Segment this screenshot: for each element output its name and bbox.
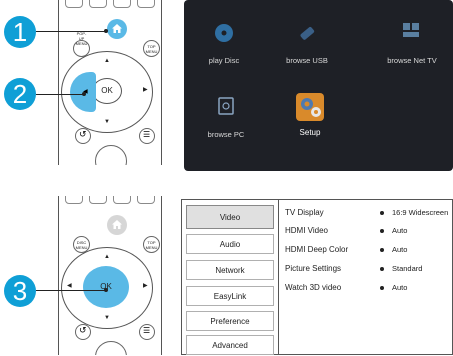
disc-menu-label: DISC MENU [75,240,88,250]
remote-bottom-button[interactable] [95,145,127,165]
home-item-browse-usb-label: browse USB [286,56,328,65]
pc-icon [218,97,234,115]
step-3-leader-dot [104,288,108,292]
home-item-browse-net-tv[interactable]: browse Net TV [374,18,450,65]
option-bullet [380,286,384,290]
back-icon: ↺ [79,129,87,139]
arrow-right-icon[interactable]: ▶ [143,283,148,289]
home-button[interactable] [107,215,127,235]
option-hdmi-deep-color[interactable]: HDMI Deep Color Auto [285,243,451,259]
usb-icon [300,27,315,40]
top-menu-label: TOP MENU [145,44,158,54]
category-advanced[interactable]: Advanced [186,335,274,355]
arrow-up-icon[interactable]: ▲ [104,58,110,64]
back-button[interactable]: ↺ [75,128,91,144]
category-preference[interactable]: Preference [186,311,274,331]
top-menu-button[interactable]: TOP MENU [143,236,160,253]
disc-icon [215,24,233,42]
remote-bottom-button[interactable] [95,341,127,355]
option-value: Auto [392,245,408,254]
remote-top-button-3[interactable] [113,196,131,204]
options-button[interactable]: ☰ [139,128,155,144]
popup-menu-label: POP-UP MENU [75,31,88,46]
back-button[interactable]: ↺ [75,324,91,340]
remote-top-button-4[interactable] [137,196,155,204]
option-tv-display[interactable]: TV Display 16:9 Widescreen [285,206,451,222]
step-3-badge: 3 [4,275,36,307]
category-audio[interactable]: Audio [186,234,274,254]
back-icon: ↺ [79,325,87,335]
options-icon: ☰ [143,130,151,139]
ok-label: OK [101,86,113,95]
category-network[interactable]: Network [186,260,274,280]
option-name: Watch 3D video [285,283,342,292]
option-bullet [380,248,384,252]
setup-icon [296,93,324,121]
category-video[interactable]: Video [186,205,274,229]
arrow-right-icon[interactable]: ▶ [143,87,148,93]
option-bullet [380,229,384,233]
home-icon [112,220,122,229]
option-name: Picture Settings [285,264,342,273]
arrow-left-icon[interactable]: ◀ [67,283,72,289]
option-name: TV Display [285,208,324,217]
option-value: Standard [392,264,423,273]
step-2-number: 2 [12,79,28,109]
home-button[interactable] [107,19,127,39]
home-item-browse-pc-label: browse PC [207,130,245,139]
home-item-play-disc[interactable]: play Disc [194,22,254,65]
home-item-play-disc-label: play Disc [208,56,240,65]
ok-button[interactable]: OK [83,266,129,308]
remote-top-button-3[interactable] [113,0,131,8]
option-value: 16:9 Widescreen [392,208,449,217]
arrow-up-icon[interactable]: ▲ [104,254,110,260]
step-1-leader [36,31,106,32]
home-item-browse-net-tv-label: browse Net TV [387,56,437,65]
options-icon: ☰ [143,326,151,335]
step-1-number: 1 [12,17,28,47]
settings-category-list: Video Audio Network EasyLink Preference … [182,200,279,355]
option-hdmi-video[interactable]: HDMI Video Auto [285,224,451,240]
home-item-setup[interactable]: Setup [280,90,340,137]
remote-top-button-4[interactable] [137,0,155,8]
option-value: Auto [392,226,408,235]
top-menu-label: TOP MENU [145,240,158,250]
remote-top-button-2[interactable] [89,196,107,204]
step-3-number: 3 [12,276,28,306]
option-watch-3d-video[interactable]: Watch 3D video Auto [285,281,451,297]
step-3-leader [36,290,106,291]
options-button[interactable]: ☰ [139,324,155,340]
home-item-browse-pc[interactable]: browse PC [196,96,256,139]
option-value: Auto [392,283,408,292]
arrow-down-icon[interactable]: ▼ [104,315,110,321]
remote-top-button-1[interactable] [65,0,83,8]
remote-top-button-2[interactable] [89,0,107,8]
settings-menu: Video Audio Network EasyLink Preference … [181,199,453,355]
home-menu-screen: play Disc browse USB browse Net TV brows… [184,0,453,171]
arrow-down-icon[interactable]: ▼ [104,119,110,125]
option-name: HDMI Deep Color [285,245,349,254]
top-menu-button[interactable]: TOP MENU [143,40,160,57]
home-item-browse-usb[interactable]: browse USB [272,22,342,65]
option-picture-settings[interactable]: Picture Settings Standard [285,262,451,278]
option-name: HDMI Video [285,226,328,235]
option-bullet [380,267,384,271]
remote-top-button-1[interactable] [65,196,83,204]
step-2-leader-dot [82,92,86,96]
option-bullet [380,211,384,215]
net-tv-icon [403,23,419,37]
remote-bottom: DISC MENU TOP MENU OK ▲ ▼ ◀ ▶ ↺ ☰ [58,196,162,355]
ok-button[interactable]: OK [92,78,122,104]
home-item-setup-label: Setup [299,128,321,137]
step-1-leader-dot [104,29,108,33]
step-1-badge: 1 [4,16,36,48]
home-icon [112,24,122,33]
step-2-badge: 2 [4,78,36,110]
category-easylink[interactable]: EasyLink [186,286,274,306]
step-2-leader [36,94,84,95]
